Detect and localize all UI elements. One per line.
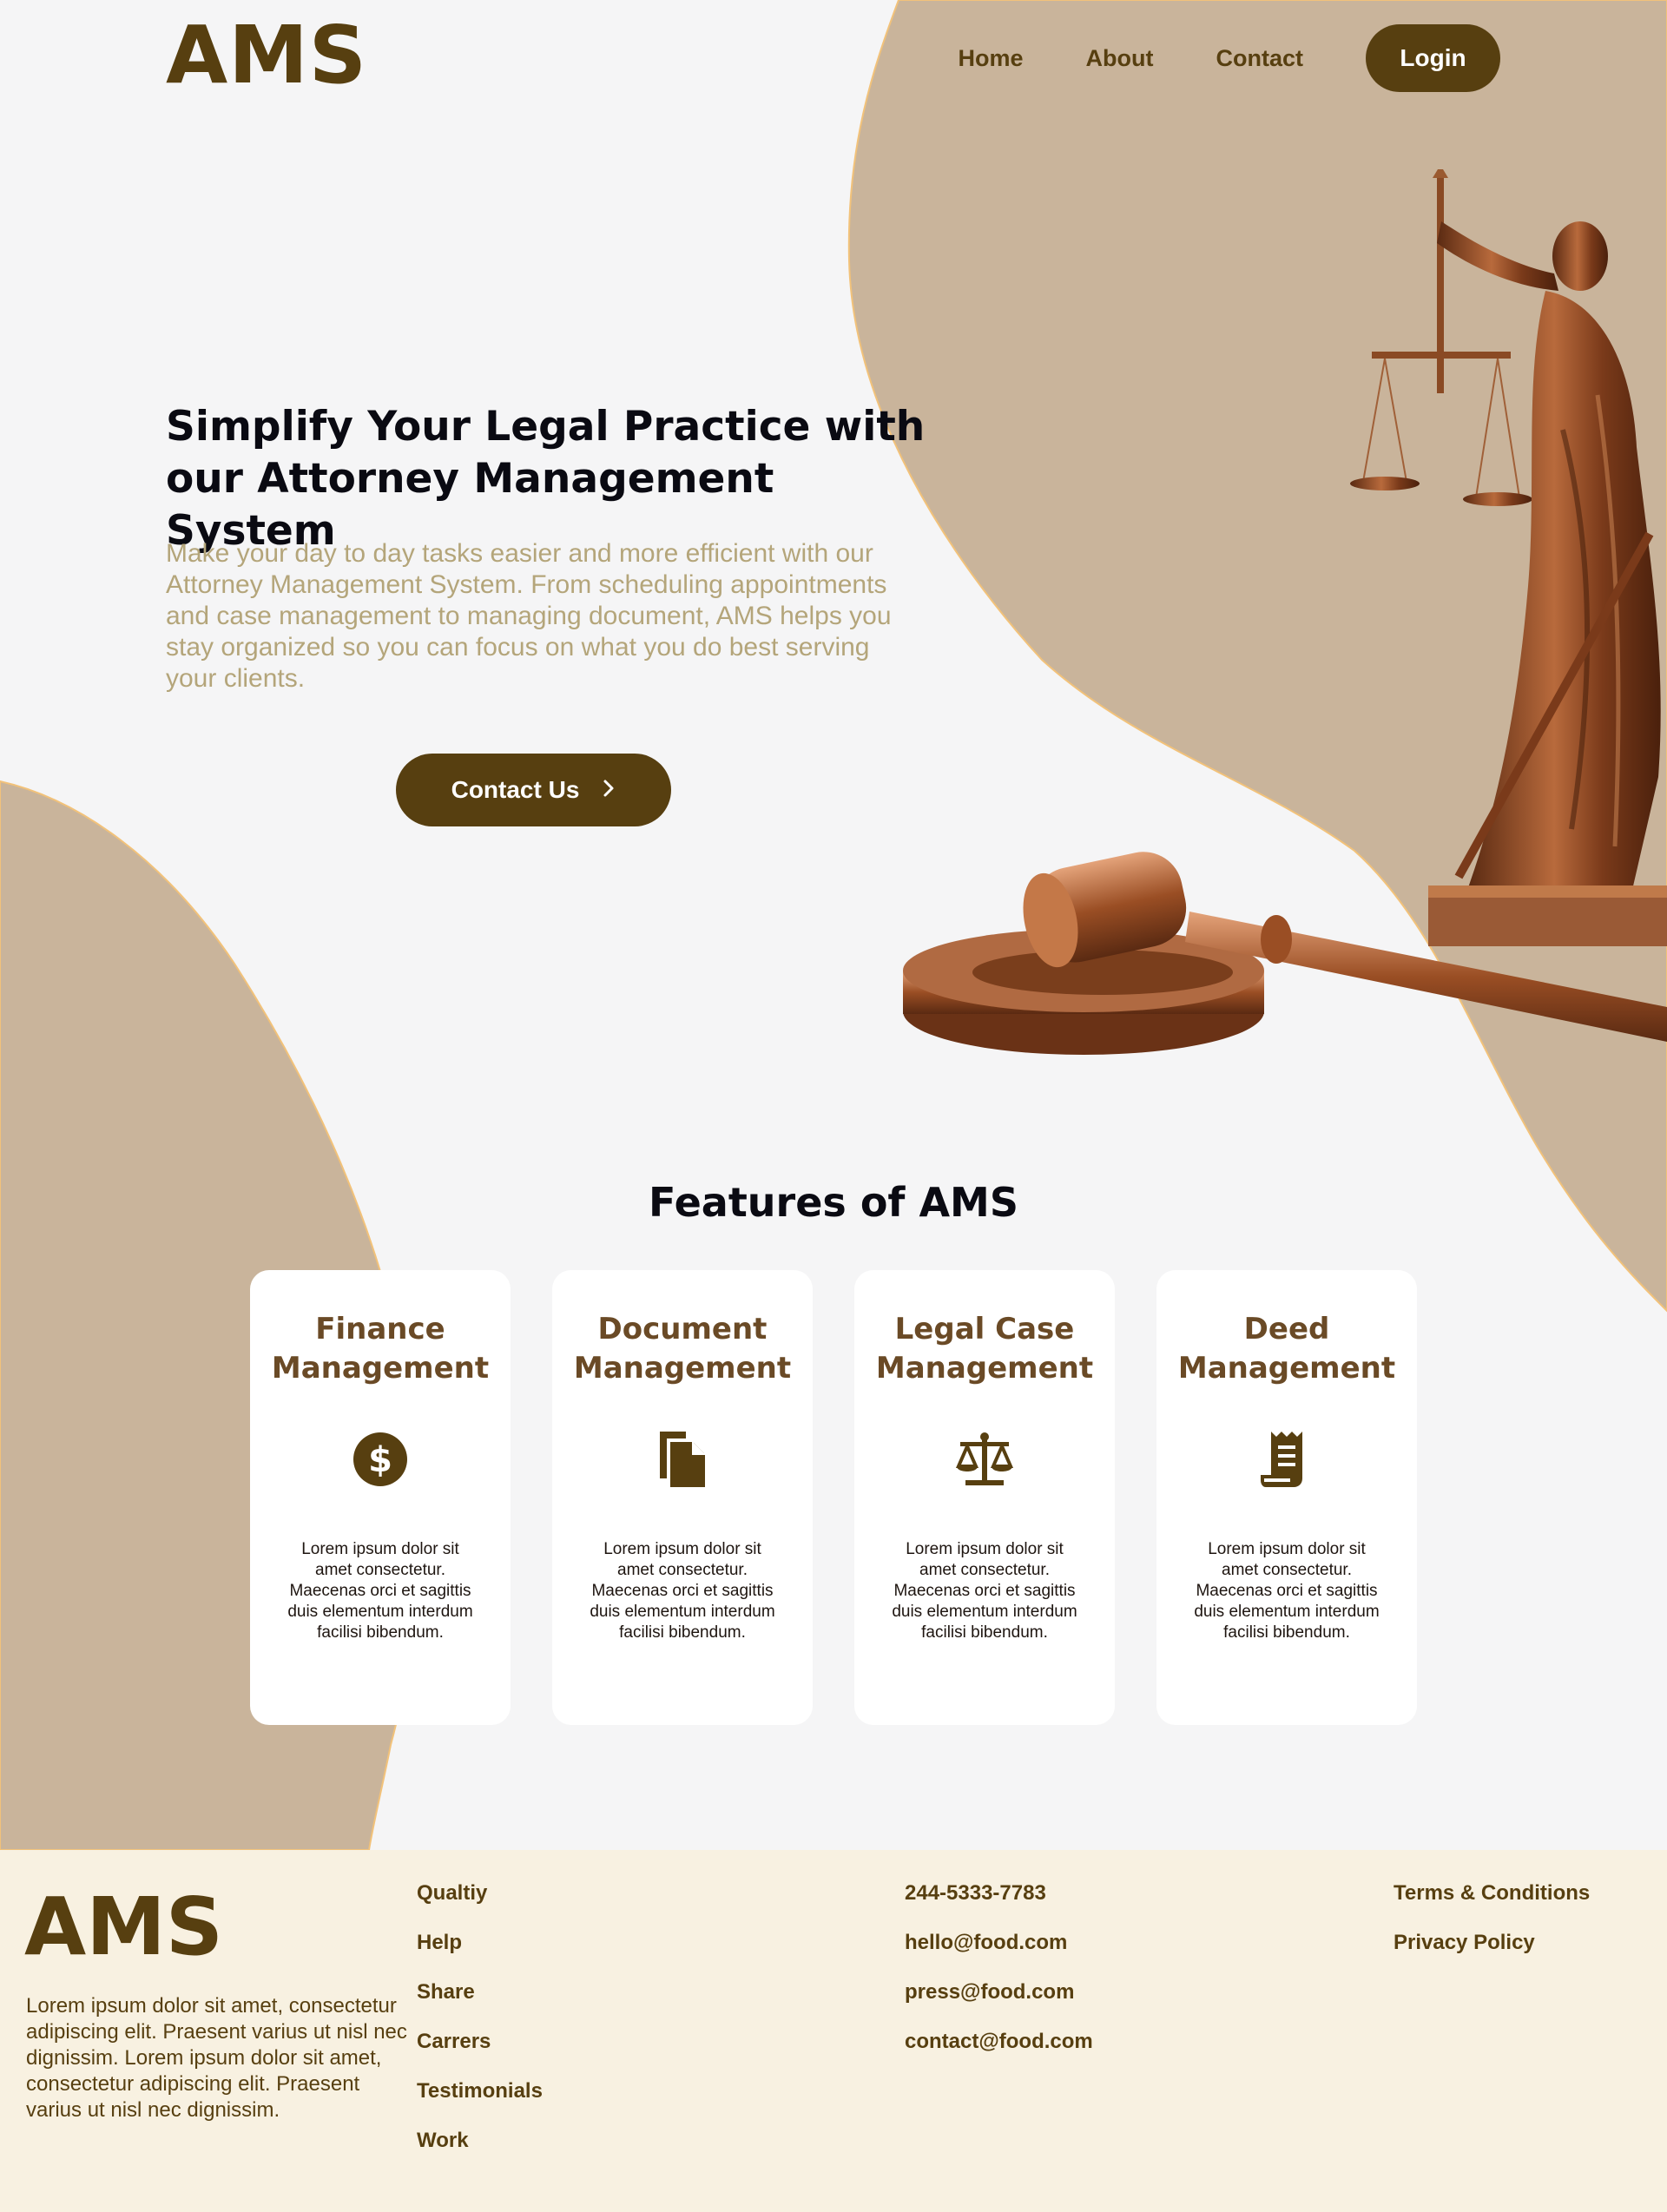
footer-terms-link[interactable]: Terms & Conditions — [1394, 1878, 1590, 1927]
footer-link-share[interactable]: Share — [417, 1977, 543, 2026]
feature-card-text: Lorem ipsum dolor sit amet consectetur. … — [287, 1540, 473, 1642]
footer-privacy-link[interactable]: Privacy Policy — [1394, 1927, 1590, 1977]
login-button[interactable]: Login — [1366, 24, 1500, 92]
hero-subtitle: Make your day to day tasks easier and mo… — [166, 539, 892, 693]
feature-card-title: Finance Management — [271, 1312, 490, 1386]
scales-icon — [955, 1432, 1014, 1485]
feature-card-text: Lorem ipsum dolor sit amet consectetur. … — [590, 1540, 775, 1642]
footer-link-quality[interactable]: Qualtiy — [417, 1878, 543, 1927]
footer-description: Lorem ipsum dolor sit amet, consectetur … — [26, 1994, 407, 2122]
feature-card-text: Lorem ipsum dolor sit amet consectetur. … — [1194, 1540, 1380, 1642]
dollar-circle-icon: $ — [353, 1432, 407, 1486]
footer-email-hello[interactable]: hello@food.com — [905, 1927, 1093, 1977]
documents-icon — [660, 1432, 705, 1487]
footer-link-help[interactable]: Help — [417, 1927, 543, 1977]
footer-logo[interactable]: AMS — [24, 1887, 223, 1967]
contact-us-label: Contact Us — [451, 776, 580, 803]
footer-link-work[interactable]: Work — [417, 2125, 543, 2175]
nav-home[interactable]: Home — [959, 45, 1024, 72]
receipt-icon — [1261, 1432, 1302, 1487]
feature-card-document[interactable]: Document Management Lorem ipsum dolor si… — [552, 1270, 813, 1725]
feature-card-deed[interactable]: Deed Management Lorem ipsum dolor sit am… — [1156, 1270, 1417, 1725]
nav-contact[interactable]: Contact — [1216, 45, 1304, 72]
feature-card-title: Legal Case Management — [875, 1312, 1094, 1386]
feature-card-legal-case[interactable]: Legal Case Management Lorem ipsum dolor … — [854, 1270, 1115, 1725]
nav-about[interactable]: About — [1086, 45, 1154, 72]
footer-legal: Terms & Conditions Privacy Policy — [1394, 1878, 1590, 1977]
page: AMS Home About Contact Login Simplify Yo… — [0, 0, 1667, 2212]
feature-card-title: Document Management — [573, 1312, 792, 1386]
feature-card-text: Lorem ipsum dolor sit amet consectetur. … — [892, 1540, 1077, 1642]
features-title: Features of AMS — [649, 1179, 1018, 1226]
hero-title: Simplify Your Legal Practice with our At… — [166, 403, 926, 555]
footer-link-careers[interactable]: Carrers — [417, 2026, 543, 2076]
footer-link-testimonials[interactable]: Testimonials — [417, 2076, 543, 2125]
contact-us-button[interactable]: Contact Us — [396, 754, 671, 826]
feature-card-finance[interactable]: Finance Management $ Lorem ipsum dolor s… — [250, 1270, 511, 1725]
footer-phone[interactable]: 244-5333-7783 — [905, 1878, 1093, 1927]
footer-links: Qualtiy Help Share Carrers Testimonials … — [417, 1878, 543, 2175]
svg-text:$: $ — [368, 1440, 392, 1480]
gavel-image — [903, 852, 1667, 1055]
footer-contacts: 244-5333-7783 hello@food.com press@food.… — [905, 1878, 1093, 2076]
footer-email-contact[interactable]: contact@food.com — [905, 2026, 1093, 2076]
footer-email-press[interactable]: press@food.com — [905, 1977, 1093, 2026]
chevron-right-icon — [602, 778, 616, 802]
logo[interactable]: AMS — [166, 16, 367, 95]
feature-card-title: Deed Management — [1177, 1312, 1396, 1386]
main-nav: Home About Contact Login — [959, 24, 1500, 92]
